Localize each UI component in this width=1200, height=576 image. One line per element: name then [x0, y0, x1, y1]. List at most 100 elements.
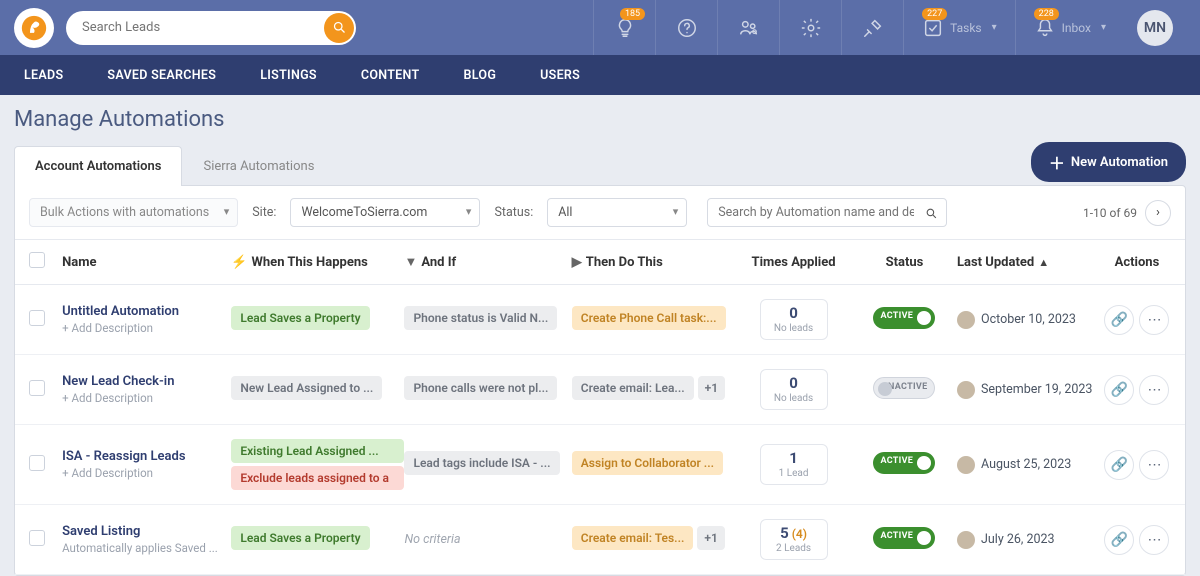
toggle-knob	[917, 456, 931, 470]
user-menu[interactable]: MN	[1124, 0, 1186, 55]
toggle-knob	[878, 382, 892, 396]
ideas-button[interactable]: 185	[593, 0, 655, 55]
gear-icon	[800, 17, 822, 39]
more-button[interactable]: ⋯	[1139, 525, 1169, 555]
status-label: Status:	[494, 205, 533, 220]
col-name[interactable]: Name	[62, 255, 231, 270]
more-button[interactable]: ⋯	[1139, 450, 1169, 480]
avatar-icon	[957, 311, 975, 329]
automation-description[interactable]: + Add Description	[62, 466, 231, 480]
play-icon: ▶	[572, 255, 582, 270]
more-button[interactable]: ⋯	[1139, 375, 1169, 405]
status-label: ACTIVE	[880, 311, 913, 321]
inbox-badge: 228	[1034, 8, 1059, 20]
nav-listings[interactable]: LISTINGS	[260, 68, 317, 83]
col-times[interactable]: Times Applied	[735, 255, 852, 270]
search-input[interactable]	[66, 11, 356, 45]
automation-name[interactable]: New Lead Check-in	[62, 374, 231, 389]
table-body: Untitled Automation + Add Description Le…	[15, 285, 1185, 575]
automation-name[interactable]: Untitled Automation	[62, 304, 231, 319]
status-toggle[interactable]: ACTIVE	[873, 452, 935, 474]
team-button[interactable]	[717, 0, 779, 55]
automation-search-input[interactable]	[707, 198, 947, 227]
automation-name[interactable]: ISA - Reassign Leads	[62, 449, 231, 464]
more-icon: ⋯	[1147, 312, 1161, 328]
trigger-tag: Exclude leads assigned to a	[231, 466, 404, 490]
no-criteria: No criteria	[404, 532, 460, 547]
tab-account-automations[interactable]: Account Automations	[14, 146, 182, 186]
table-row: ISA - Reassign Leads + Add Description E…	[15, 425, 1185, 505]
times-applied[interactable]: 0 No leads	[760, 299, 828, 340]
search-button[interactable]	[324, 13, 354, 43]
new-automation-button[interactable]: ＋ New Automation	[1031, 142, 1186, 182]
condition-tag: Phone status is Valid N...	[404, 306, 557, 330]
status-select[interactable]: All	[547, 198, 687, 227]
nav-users[interactable]: USERS	[540, 68, 580, 83]
status-label: ACTIVE	[880, 456, 913, 466]
automation-description[interactable]: + Add Description	[62, 321, 231, 335]
inbox-button[interactable]: 228 Inbox ▾	[1015, 0, 1124, 55]
avatar-icon	[957, 381, 975, 399]
link-button[interactable]: 🔗	[1104, 450, 1134, 480]
inbox-label: Inbox	[1062, 21, 1091, 35]
select-all-checkbox[interactable]	[29, 252, 45, 268]
nav-saved-searches[interactable]: SAVED SEARCHES	[107, 68, 216, 83]
link-icon: 🔗	[1111, 312, 1128, 328]
more-actions-count: +1	[697, 526, 724, 550]
row-checkbox[interactable]	[29, 455, 45, 471]
tab-sierra-automations[interactable]: Sierra Automations	[182, 146, 335, 186]
times-applied[interactable]: 1 1 Lead	[760, 444, 828, 485]
more-button[interactable]: ⋯	[1139, 305, 1169, 335]
updated-date: August 25, 2023	[981, 457, 1071, 472]
trigger-tag: Lead Saves a Property	[231, 526, 369, 550]
table-row: New Lead Check-in + Add Description New …	[15, 355, 1185, 425]
col-then[interactable]: ▶Then Do This	[572, 255, 735, 270]
app-logo	[14, 8, 54, 48]
times-applied[interactable]: 0 No leads	[760, 369, 828, 410]
status-toggle[interactable]: ACTIVE	[873, 307, 935, 329]
avatar-icon	[957, 531, 975, 549]
table-row: Untitled Automation + Add Description Le…	[15, 285, 1185, 355]
link-icon: 🔗	[1111, 457, 1128, 473]
filter-icon: ▼	[404, 255, 417, 270]
link-button[interactable]: 🔗	[1104, 375, 1134, 405]
people-icon	[738, 17, 760, 39]
updated-date: July 26, 2023	[981, 532, 1055, 547]
status-toggle[interactable]: INACTIVE	[873, 377, 935, 399]
link-button[interactable]: 🔗	[1104, 305, 1134, 335]
site-select[interactable]: WelcomeToSierra.com	[290, 198, 480, 227]
col-updated[interactable]: Last Updated▲	[957, 255, 1103, 270]
col-when[interactable]: ⚡When This Happens	[231, 255, 404, 270]
help-button[interactable]	[655, 0, 717, 55]
col-status[interactable]: Status	[852, 255, 957, 270]
nav-blog[interactable]: BLOG	[464, 68, 497, 83]
more-icon: ⋯	[1147, 457, 1161, 473]
tasks-button[interactable]: 227 Tasks ▾	[903, 0, 1015, 55]
automation-name[interactable]: Saved Listing	[62, 524, 231, 539]
automation-description[interactable]: + Add Description	[62, 391, 231, 405]
page: Manage Automations Account Automations S…	[0, 95, 1200, 576]
tasks-badge: 227	[922, 8, 947, 20]
times-applied[interactable]: 5 (4) 2 Leads	[760, 519, 828, 560]
col-andif[interactable]: ▼And If	[404, 254, 571, 270]
row-checkbox[interactable]	[29, 310, 45, 326]
ideas-badge: 185	[620, 8, 645, 20]
pager-next[interactable]: ›	[1145, 200, 1171, 226]
primary-nav: LEADS SAVED SEARCHES LISTINGS CONTENT BL…	[0, 55, 1200, 95]
nav-content[interactable]: CONTENT	[361, 68, 420, 83]
bulk-actions-select[interactable]: Bulk Actions with automations	[29, 198, 238, 227]
settings-button[interactable]	[779, 0, 841, 55]
nav-leads[interactable]: LEADS	[24, 68, 63, 83]
global-search	[66, 11, 356, 45]
tools-button[interactable]	[841, 0, 903, 55]
link-button[interactable]: 🔗	[1104, 525, 1134, 555]
help-icon	[676, 17, 698, 39]
automation-description[interactable]: Automatically applies Saved ...	[62, 541, 231, 555]
updated-date: September 19, 2023	[981, 382, 1092, 397]
automation-search	[707, 198, 947, 227]
row-checkbox[interactable]	[29, 380, 45, 396]
row-checkbox[interactable]	[29, 530, 45, 546]
condition-tag: Phone calls were not pl...	[404, 376, 557, 400]
chevron-down-icon: ▾	[992, 22, 997, 33]
status-toggle[interactable]: ACTIVE	[873, 527, 935, 549]
